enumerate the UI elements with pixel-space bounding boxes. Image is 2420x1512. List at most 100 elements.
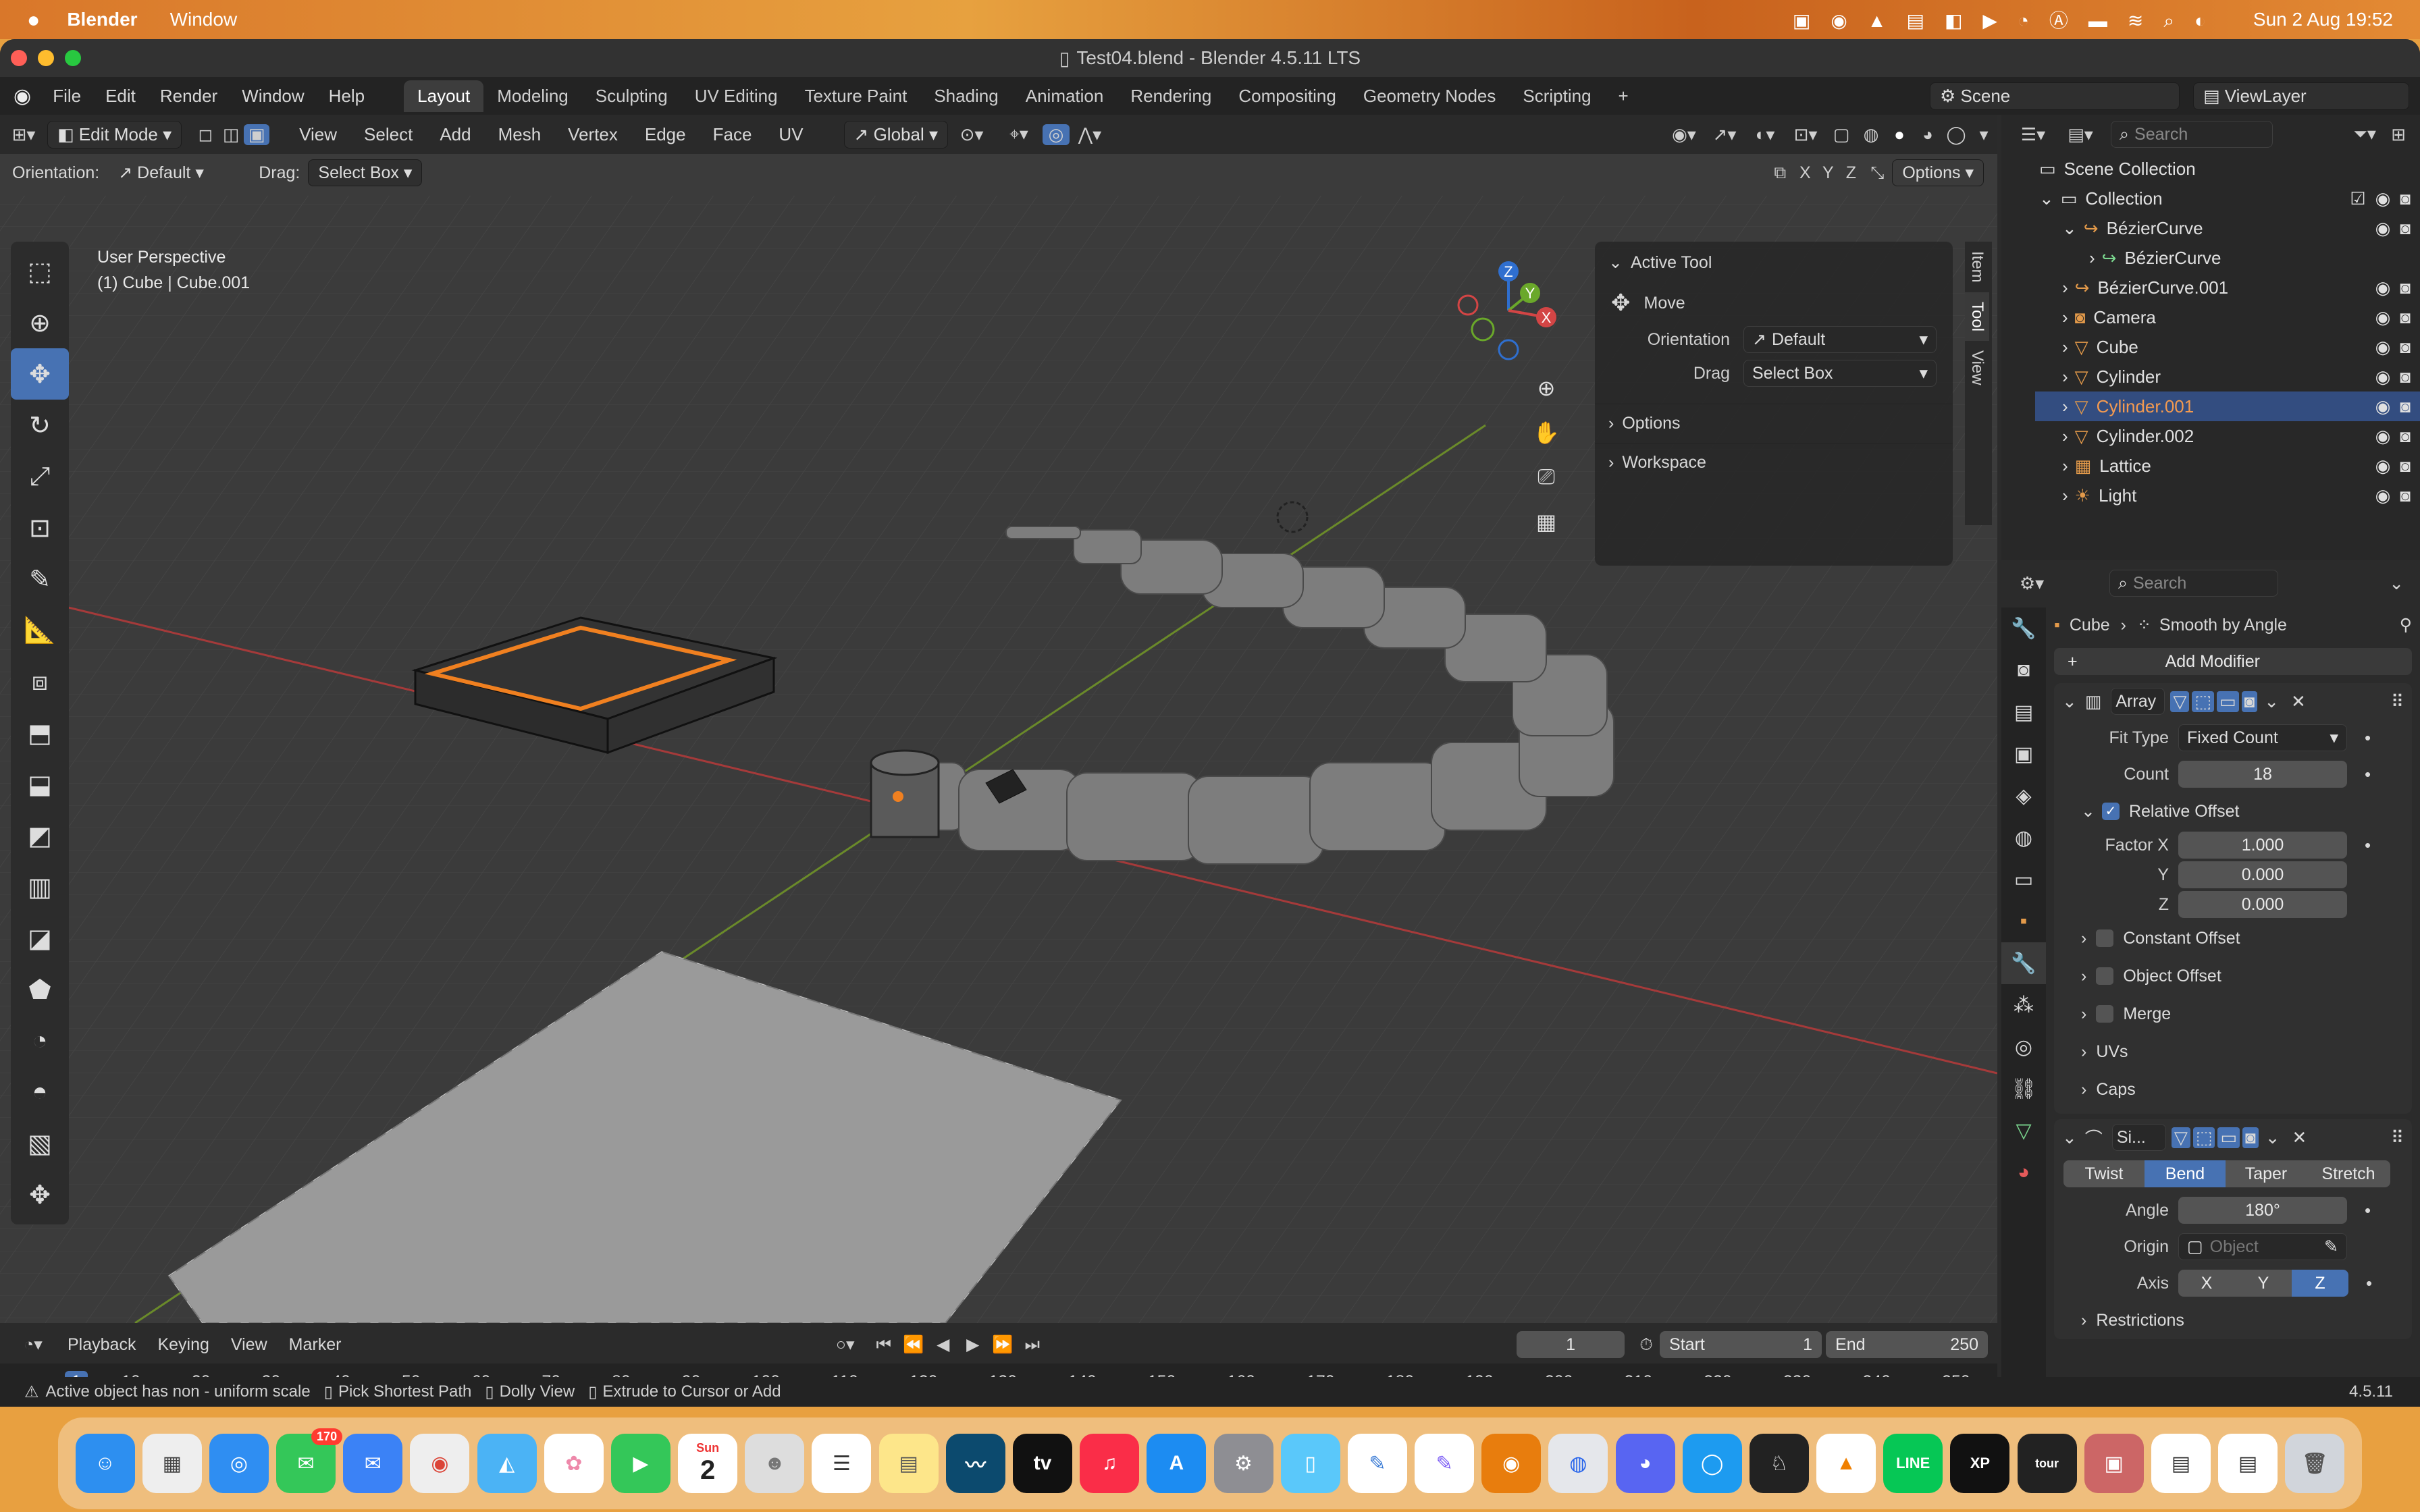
camera-icon[interactable]: ◙ xyxy=(2400,307,2411,328)
camera-icon[interactable]: ◙ xyxy=(2400,188,2411,209)
constant-offset-header[interactable]: › Constant Offset xyxy=(2054,919,2412,957)
messages-icon[interactable]: ✉ 170 xyxy=(276,1428,343,1493)
start-frame-field[interactable]: Start 1 xyxy=(1660,1331,1822,1358)
viewport-toggle-icon[interactable]: ▭ xyxy=(2216,691,2239,712)
tab-tool[interactable]: Tool xyxy=(1965,292,1989,341)
app-icon[interactable]: ✎ xyxy=(1415,1434,1475,1493)
eye-icon[interactable]: ◉ xyxy=(2375,456,2391,477)
freeform-icon[interactable]: 〰 xyxy=(945,1434,1005,1493)
play-icon[interactable]: ▶ xyxy=(958,1334,988,1355)
menu-file[interactable]: File xyxy=(41,86,93,107)
eye-icon[interactable]: ◉ xyxy=(2375,426,2391,447)
edge-slide-tool-icon[interactable]: ▧ xyxy=(11,1118,69,1169)
chevron-down-icon[interactable]: ⌄ xyxy=(2389,573,2404,594)
tab-shading[interactable]: Shading xyxy=(920,80,1011,112)
mirror-y-toggle[interactable]: Y xyxy=(1816,163,1839,183)
physics-tab-icon[interactable]: ◎ xyxy=(2001,1026,2046,1068)
fit-type-dropdown[interactable]: Fixed Count ▾ xyxy=(2178,724,2347,751)
spin-tool-icon[interactable]: ◔ xyxy=(11,1015,69,1066)
render-toggle-icon[interactable]: ◙ xyxy=(2242,1127,2259,1148)
move-tool-icon[interactable]: ✥ xyxy=(11,348,69,400)
falloff-icon[interactable]: ⋀▾ xyxy=(1070,124,1110,145)
drag-handle-icon[interactable]: ⠿ xyxy=(2391,1127,2404,1148)
snap-icon[interactable]: ⌖▾ xyxy=(995,124,1043,145)
options-dropdown[interactable]: Options ▾ xyxy=(1892,159,1984,186)
render-toggle-icon[interactable]: ◙ xyxy=(2241,691,2258,712)
keyframe-dot-icon[interactable]: • xyxy=(2365,728,2371,749)
marker-menu[interactable]: Marker xyxy=(278,1335,352,1355)
music-icon[interactable]: ♫ xyxy=(1080,1434,1140,1493)
visibility-icon[interactable]: ◉▾ xyxy=(1664,124,1704,145)
tab-scripting[interactable]: Scripting xyxy=(1509,80,1604,112)
edit-mode-toggle-icon[interactable]: ▽ xyxy=(2170,691,2190,712)
wireframe-shading-icon[interactable]: ◍ xyxy=(1857,124,1885,145)
reminders-icon[interactable]: ☰ xyxy=(812,1434,872,1493)
pin-icon[interactable]: ⚲ xyxy=(2400,615,2412,635)
minimize-icon[interactable] xyxy=(38,50,54,66)
add-workspace-button[interactable]: + xyxy=(1605,80,1642,112)
properties-search[interactable]: ⌕ Search xyxy=(2109,570,2278,597)
new-collection-icon[interactable]: ⊞ xyxy=(2385,124,2412,145)
menu-add[interactable]: Add xyxy=(426,124,484,145)
outliner-item[interactable]: › ↪ BézierCurve xyxy=(2035,243,2420,273)
tab-view[interactable]: View xyxy=(1965,341,1989,395)
editor-type-icon[interactable]: ◔▾ xyxy=(9,1334,57,1355)
zoom-icon[interactable]: ⊕ xyxy=(1527,366,1565,410)
eyedropper-icon[interactable]: ✎ xyxy=(2324,1237,2338,1257)
loop-cut-tool-icon[interactable]: ▥ xyxy=(11,861,69,913)
outliner-item[interactable]: › ▦ Lattice ◉ ◙ xyxy=(2035,451,2420,481)
dropdown-icon[interactable]: ⌄ xyxy=(2265,1127,2280,1148)
editor-type-icon[interactable]: ☰▾ xyxy=(2009,124,2057,145)
solid-shading-icon[interactable]: ● xyxy=(1885,124,1914,145)
end-frame-field[interactable]: End 250 xyxy=(1826,1331,1989,1358)
apple-icon[interactable]: ● xyxy=(27,7,40,32)
app-store-icon[interactable]: A xyxy=(1147,1434,1207,1493)
menu-help[interactable]: Help xyxy=(317,86,377,107)
contacts-icon[interactable]: ☻ xyxy=(745,1434,805,1493)
axis-y-button[interactable]: Y xyxy=(2235,1270,2292,1297)
cage-toggle-icon[interactable]: ⬚ xyxy=(2192,691,2214,712)
tab-layout[interactable]: Layout xyxy=(404,80,484,112)
axis-x-button[interactable]: X xyxy=(2178,1270,2235,1297)
playback-menu[interactable]: Playback xyxy=(57,1335,147,1355)
edge-select-icon[interactable]: ◫ xyxy=(218,124,244,145)
xp-pen-icon[interactable]: XP xyxy=(1950,1434,2010,1493)
camera-icon[interactable]: ◙ xyxy=(2400,218,2411,239)
merge-checkbox[interactable] xyxy=(2096,1005,2114,1023)
extrude-tool-icon[interactable]: ⬒ xyxy=(11,707,69,759)
mode-twist-button[interactable]: Twist xyxy=(2063,1160,2145,1187)
eye-icon[interactable]: ◉ xyxy=(2375,307,2391,328)
keyframe-dot-icon[interactable]: • xyxy=(2365,1200,2371,1221)
disk-utility-icon[interactable]: ◍ xyxy=(1548,1434,1608,1493)
gizmo-toggle-icon[interactable]: ↗▾ xyxy=(1704,124,1745,145)
material-tab-icon[interactable]: ◕ xyxy=(2001,1152,2046,1193)
outliner-item[interactable]: ⌄ ↪ BézierCurve ◉ ◙ xyxy=(2035,213,2420,243)
menu-vertex[interactable]: Vertex xyxy=(554,124,631,145)
proportional-edit-icon[interactable]: ◎ xyxy=(1043,124,1070,145)
drag-field[interactable]: Select Box ▾ xyxy=(1743,360,1937,387)
3d-viewport[interactable]: ⊞▾ ◧ Edit Mode ▾ ◻ ◫ ▣ View Select Add M… xyxy=(0,115,1997,1323)
camera-icon[interactable]: ◙ xyxy=(2400,396,2411,417)
tab-geometry-nodes[interactable]: Geometry Nodes xyxy=(1350,80,1510,112)
mirror-icon[interactable]: ⧉ xyxy=(1766,163,1793,183)
mode-stretch-button[interactable]: Stretch xyxy=(2307,1160,2390,1187)
uvs-header[interactable]: › UVs xyxy=(2054,1033,2412,1071)
xray-icon[interactable]: ▢ xyxy=(1826,124,1857,145)
rotate-tool-icon[interactable]: ↻ xyxy=(11,400,69,451)
menu-window[interactable]: Window xyxy=(230,86,316,107)
line-icon[interactable]: LINE xyxy=(1883,1434,1943,1493)
zoom-icon[interactable] xyxy=(65,50,81,66)
overlay-toggle-icon[interactable]: ◐▾ xyxy=(1745,124,1785,145)
particles-tab-icon[interactable]: ⁂ xyxy=(2001,984,2046,1026)
cylinder-mesh[interactable] xyxy=(870,749,940,838)
photos-icon[interactable]: ✿ xyxy=(544,1434,604,1493)
relative-offset-header[interactable]: ⌄ ✓ Relative Offset xyxy=(2054,792,2412,830)
tool-tab-icon[interactable]: 🔧 xyxy=(2001,608,2046,649)
factor-x-field[interactable]: 1.000 xyxy=(2178,832,2347,859)
mode-taper-button[interactable]: Taper xyxy=(2226,1160,2307,1187)
constant-offset-checkbox[interactable] xyxy=(2096,929,2114,947)
tab-rendering[interactable]: Rendering xyxy=(1117,80,1225,112)
auto-merge-icon[interactable]: ⤡ xyxy=(1862,163,1892,183)
filter-icon[interactable]: ⏷▾ xyxy=(2344,124,2385,145)
iphone-mirroring-icon[interactable]: ▯ xyxy=(1280,1434,1340,1493)
